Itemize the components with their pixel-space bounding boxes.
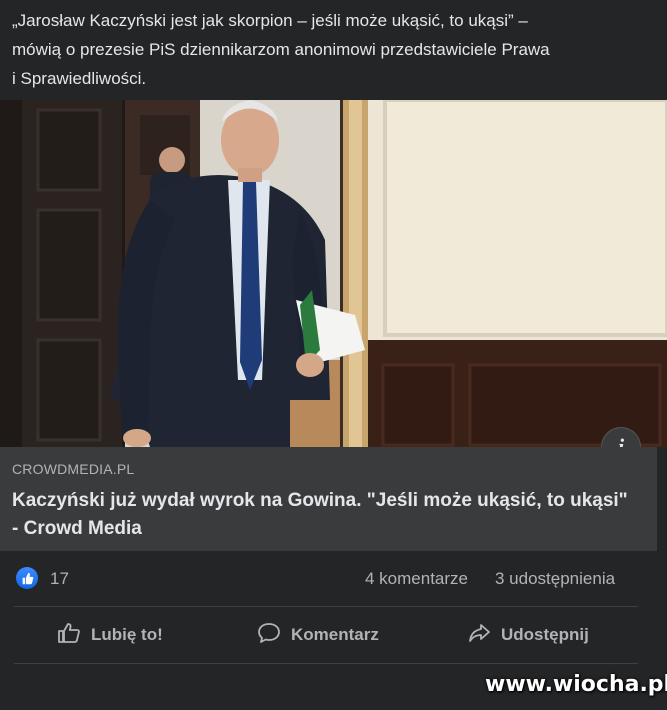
reactions-bar: 17 4 komentarze 3 udostępnienia <box>0 555 657 605</box>
link-preview-image[interactable] <box>0 100 667 447</box>
comment-button-label: Komentarz <box>291 625 379 644</box>
like-count[interactable]: 17 <box>50 569 69 589</box>
comment-button[interactable]: Komentarz <box>257 612 379 658</box>
link-domain: CROWDMEDIA.PL <box>12 461 135 477</box>
divider <box>14 663 638 664</box>
comments-count[interactable]: 4 komentarze <box>365 569 468 589</box>
share-button[interactable]: Udostępnij <box>467 612 589 658</box>
photo-illustration <box>0 100 667 447</box>
like-button-label: Lubię to! <box>91 625 163 644</box>
divider <box>14 606 638 607</box>
share-button-label: Udostępnij <box>501 625 589 644</box>
shares-count[interactable]: 3 udostępnienia <box>495 569 615 589</box>
like-reaction-icon[interactable] <box>16 567 38 589</box>
share-icon <box>467 622 491 649</box>
like-button[interactable]: Lubię to! <box>57 612 163 658</box>
comment-icon <box>257 622 281 649</box>
link-preview-card[interactable]: CROWDMEDIA.PL Kaczyński już wydał wyrok … <box>0 447 657 551</box>
watermark: www.wiocha.pl <box>485 672 667 697</box>
link-title[interactable]: Kaczyński już wydał wyrok na Gowina. "Je… <box>12 487 632 543</box>
post-text: „Jarosław Kaczyński jest jak skorpion – … <box>12 11 550 88</box>
thumbs-up-icon <box>57 622 81 649</box>
